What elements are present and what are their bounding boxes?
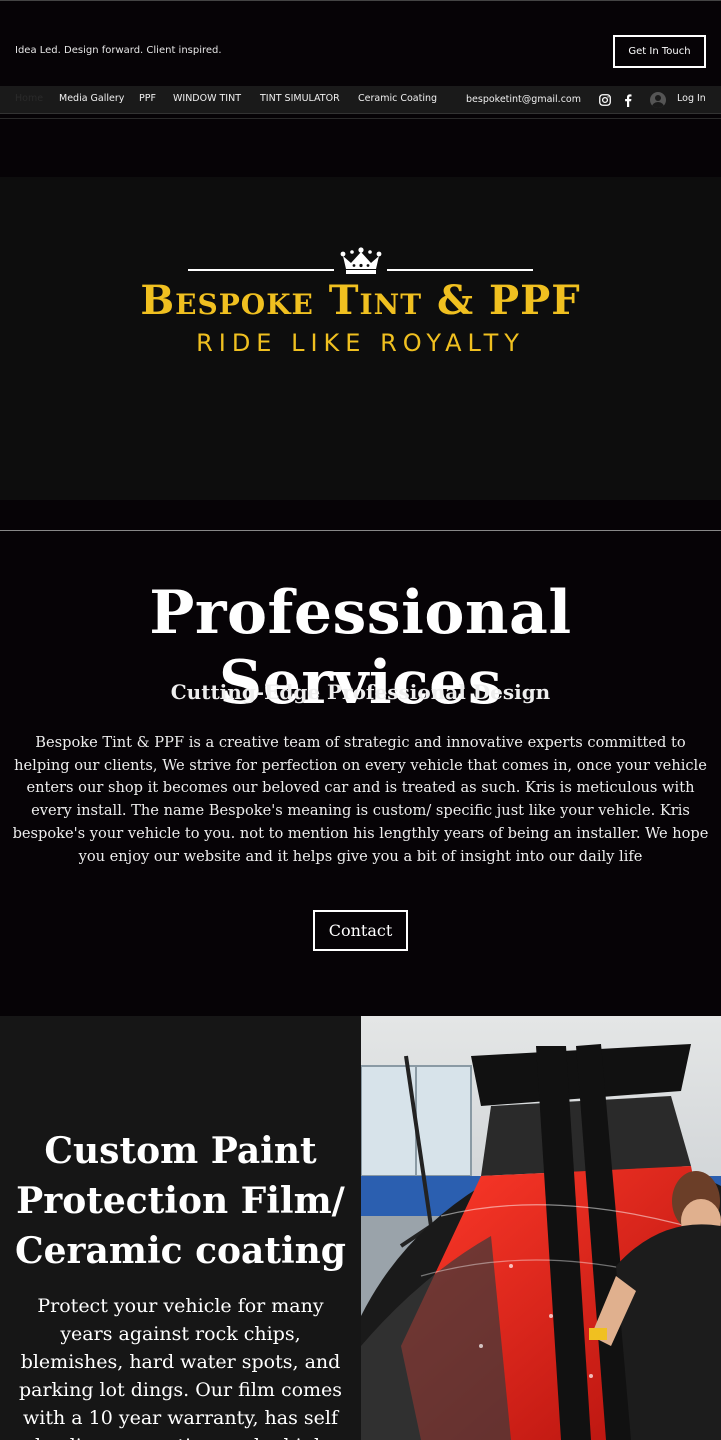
logo-tagline: RIDE LIKE ROYALTY [196, 329, 525, 357]
top-header: Idea Led. Design forward. Client inspire… [0, 0, 721, 86]
logo-title: Bespoke Tint & PPF [140, 277, 581, 324]
nav-item-ppf[interactable]: PPF [139, 93, 156, 104]
hero-logo-section: Bespoke Tint & PPF RIDE LIKE ROYALTY [0, 177, 721, 500]
nav-item-tint-simulator[interactable]: TINT SIMULATOR [260, 93, 340, 104]
instagram-icon[interactable] [598, 93, 612, 107]
nav-item-ceramic-coating[interactable]: Ceramic Coating [358, 93, 437, 104]
login-link[interactable]: Log In [677, 93, 706, 104]
ppf-description: Protect your vehicle for many years agai… [18, 1295, 343, 1440]
crown-icon [340, 247, 382, 274]
main-nav: Home Media Gallery PPF WINDOW TINT TINT … [0, 86, 721, 114]
facebook-icon[interactable] [621, 93, 635, 107]
contact-email[interactable]: bespoketint@gmail.com [466, 94, 581, 105]
section-divider [0, 530, 721, 531]
logo-rule-left [188, 269, 334, 271]
logo-rule-right [387, 269, 533, 271]
site-tagline: Idea Led. Design forward. Client inspire… [15, 45, 222, 56]
services-description: Bespoke Tint & PPF is a creative team of… [12, 734, 709, 865]
nav-item-home[interactable]: Home [15, 93, 43, 104]
contact-button[interactable]: Contact [313, 910, 408, 951]
nav-item-window-tint[interactable]: WINDOW TINT [173, 93, 241, 104]
nav-item-media-gallery[interactable]: Media Gallery [59, 93, 124, 104]
ppf-install-photo [361, 1016, 721, 1440]
get-in-touch-button[interactable]: Get In Touch [613, 35, 706, 68]
services-subtitle: Cutting-Edge Professional Design [170, 680, 551, 704]
user-avatar-icon[interactable] [650, 92, 666, 108]
header-spacer [0, 118, 721, 177]
ppf-title: Custom Paint Protection Film/ Ceramic co… [15, 1130, 346, 1272]
ppf-text-panel: Custom Paint Protection Film/ Ceramic co… [0, 1016, 361, 1440]
